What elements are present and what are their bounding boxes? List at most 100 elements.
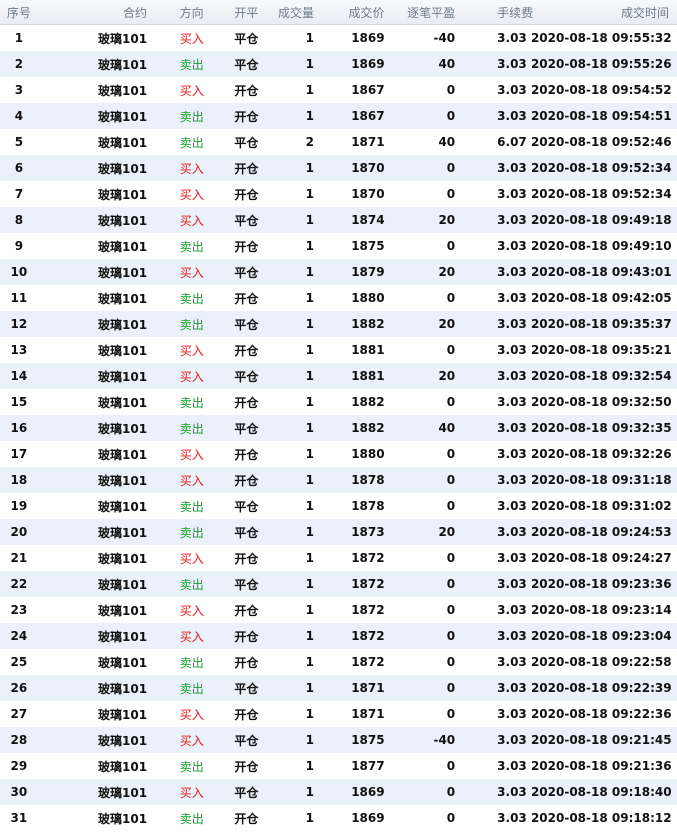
- table-row[interactable]: 11 玻璃101 卖出 开仓 1 1880 0 3.03 2020-08-18 09:42:0…: [0, 285, 677, 311]
- row-contract: 玻璃101: [98, 577, 148, 592]
- row-fee-time: 3.03 2020-08-18 09:31:02: [457, 499, 677, 513]
- row-price: 1871: [351, 135, 385, 149]
- row-fee-time: 3.03 2020-08-18 09:22:58: [457, 655, 677, 669]
- header-pnl[interactable]: 逐笔平盈: [387, 4, 458, 21]
- table-row[interactable]: 31 玻璃101 卖出 开仓 1 1869 0 3.03 2020-08-18 09:18:1…: [0, 805, 677, 831]
- table-row[interactable]: 22 玻璃101 卖出 平仓 1 1872 0 3.03 2020-08-18 09:23:3…: [0, 571, 677, 597]
- row-price: 1872: [351, 551, 385, 565]
- row-fee-time: 3.03 2020-08-18 09:49:10: [457, 239, 677, 253]
- header-fee[interactable]: 手续费: [497, 4, 533, 21]
- header-direction[interactable]: 方向: [149, 4, 206, 21]
- table-row[interactable]: 29 玻璃101 卖出 开仓 1 1877 0 3.03 2020-08-18 09:21:3…: [0, 753, 677, 779]
- table-row[interactable]: 17 玻璃101 买入 开仓 1 1880 0 3.03 2020-08-18 09:32:2…: [0, 441, 677, 467]
- row-pnl: 0: [446, 655, 456, 669]
- row-volume: 1: [305, 499, 315, 513]
- table-row[interactable]: 3 玻璃101 买入 开仓 1 1867 0 3.03 2020-08-18 09:54:52: [0, 77, 677, 103]
- row-price: 1872: [351, 655, 385, 669]
- row-pnl: 0: [446, 83, 456, 97]
- row-contract: 玻璃101: [98, 811, 148, 826]
- table-row[interactable]: 18 玻璃101 买入 开仓 1 1878 0 3.03 2020-08-18 09:31:1…: [0, 467, 677, 493]
- table-row[interactable]: 25 玻璃101 卖出 开仓 1 1872 0 3.03 2020-08-18 09:22:5…: [0, 649, 677, 675]
- row-price: 1875: [351, 239, 385, 253]
- row-fee: 3.03: [497, 447, 527, 461]
- row-fee-time: 3.03 2020-08-18 09:21:36: [457, 759, 677, 773]
- row-open-close: 平仓: [234, 265, 259, 280]
- table-row[interactable]: 15 玻璃101 卖出 开仓 1 1882 0 3.03 2020-08-18 09:32:5…: [0, 389, 677, 415]
- table-row[interactable]: 30 玻璃101 买入 平仓 1 1869 0 3.03 2020-08-18 09:18:4…: [0, 779, 677, 805]
- table-row[interactable]: 13 玻璃101 买入 开仓 1 1881 0 3.03 2020-08-18 09:35:2…: [0, 337, 677, 363]
- row-seq: 27: [10, 707, 28, 721]
- row-direction: 买入: [179, 213, 204, 228]
- table-row[interactable]: 16 玻璃101 卖出 平仓 1 1882 40 3.03 2020-08-18 09:32:…: [0, 415, 677, 441]
- row-fee: 3.03: [497, 473, 527, 487]
- table-row[interactable]: 19 玻璃101 卖出 平仓 1 1878 0 3.03 2020-08-18 09:31:0…: [0, 493, 677, 519]
- table-row[interactable]: 26 玻璃101 卖出 平仓 1 1871 0 3.03 2020-08-18 09:22:3…: [0, 675, 677, 701]
- header-fee-time: 手续费 成交时间: [457, 4, 677, 21]
- row-time: 2020-08-18 09:32:26: [530, 447, 672, 461]
- table-row[interactable]: 1 玻璃101 买入 平仓 1 1869 -40 3.03 2020-08-18 09:55:…: [0, 25, 677, 51]
- row-fee-time: 3.03 2020-08-18 09:23:14: [457, 603, 677, 617]
- table-row[interactable]: 28 玻璃101 买入 平仓 1 1875 -40 3.03 2020-08-18 09:21…: [0, 727, 677, 753]
- row-fee: 3.03: [497, 83, 527, 97]
- row-contract: 玻璃101: [98, 707, 148, 722]
- row-seq: 26: [10, 681, 28, 695]
- row-fee-time: 3.03 2020-08-18 09:32:35: [457, 421, 677, 435]
- row-fee-time: 6.07 2020-08-18 09:52:46: [457, 135, 677, 149]
- table-row[interactable]: 27 玻璃101 买入 开仓 1 1871 0 3.03 2020-08-18 09:22:3…: [0, 701, 677, 727]
- row-seq: 4: [14, 109, 24, 123]
- header-price[interactable]: 成交价: [316, 4, 387, 21]
- row-open-close: 开仓: [234, 109, 259, 124]
- row-seq: 6: [14, 161, 24, 175]
- header-volume[interactable]: 成交量: [260, 4, 316, 21]
- row-time: 2020-08-18 09:24:27: [530, 551, 672, 565]
- row-fee: 3.03: [497, 239, 527, 253]
- table-row[interactable]: 23 玻璃101 买入 开仓 1 1872 0 3.03 2020-08-18 09:23:1…: [0, 597, 677, 623]
- header-open-close[interactable]: 开平: [206, 4, 261, 21]
- row-fee-time: 3.03 2020-08-18 09:42:05: [457, 291, 677, 305]
- row-time: 2020-08-18 09:32:50: [530, 395, 672, 409]
- table-header: 序号 合约 方向 开平 成交量 成交价 逐笔平盈 手续费 成交时间: [0, 0, 677, 25]
- row-open-close: 开仓: [234, 473, 259, 488]
- table-row[interactable]: 20 玻璃101 卖出 平仓 1 1873 20 3.03 2020-08-18 09:24:…: [0, 519, 677, 545]
- table-row[interactable]: 2 玻璃101 卖出 平仓 1 1869 40 3.03 2020-08-18 09:55:2…: [0, 51, 677, 77]
- row-pnl: 0: [446, 759, 456, 773]
- row-price: 1869: [351, 31, 385, 45]
- table-row[interactable]: 5 玻璃101 卖出 平仓 2 1871 40 6.07 2020-08-18 09:52:4…: [0, 129, 677, 155]
- row-pnl: 0: [446, 551, 456, 565]
- table-row[interactable]: 12 玻璃101 卖出 平仓 1 1882 20 3.03 2020-08-18 09:35:…: [0, 311, 677, 337]
- table-row[interactable]: 4 玻璃101 卖出 开仓 1 1867 0 3.03 2020-08-18 09:54:51: [0, 103, 677, 129]
- row-pnl: 20: [438, 317, 456, 331]
- row-open-close: 平仓: [234, 577, 259, 592]
- row-fee: 3.03: [497, 629, 527, 643]
- row-open-close: 平仓: [234, 57, 259, 72]
- row-direction: 买入: [179, 707, 204, 722]
- row-time: 2020-08-18 09:54:51: [530, 109, 672, 123]
- row-fee: 3.03: [497, 213, 527, 227]
- header-seq[interactable]: 序号: [0, 4, 38, 21]
- row-volume: 1: [305, 551, 315, 565]
- table-row[interactable]: 6 玻璃101 买入 开仓 1 1870 0 3.03 2020-08-18 09:52:34: [0, 155, 677, 181]
- row-open-close: 开仓: [234, 187, 259, 202]
- table-row[interactable]: 10 玻璃101 买入 平仓 1 1879 20 3.03 2020-08-18 09:43:…: [0, 259, 677, 285]
- table-row[interactable]: 14 玻璃101 买入 平仓 1 1881 20 3.03 2020-08-18 09:32:…: [0, 363, 677, 389]
- row-time: 2020-08-18 09:18:40: [530, 785, 672, 799]
- row-open-close: 开仓: [234, 655, 259, 670]
- row-time: 2020-08-18 09:54:52: [530, 83, 672, 97]
- table-row[interactable]: 24 玻璃101 买入 开仓 1 1872 0 3.03 2020-08-18 09:23:0…: [0, 623, 677, 649]
- table-row[interactable]: 8 玻璃101 买入 平仓 1 1874 20 3.03 2020-08-18 09:49:1…: [0, 207, 677, 233]
- row-time: 2020-08-18 09:22:58: [530, 655, 672, 669]
- row-open-close: 平仓: [234, 31, 259, 46]
- row-direction: 买入: [179, 31, 204, 46]
- row-contract: 玻璃101: [98, 343, 148, 358]
- header-time[interactable]: 成交时间: [621, 4, 669, 21]
- table-row[interactable]: 9 玻璃101 卖出 开仓 1 1875 0 3.03 2020-08-18 09:49:10: [0, 233, 677, 259]
- table-row[interactable]: 7 玻璃101 买入 开仓 1 1870 0 3.03 2020-08-18 09:52:34: [0, 181, 677, 207]
- row-contract: 玻璃101: [98, 213, 148, 228]
- row-fee-time: 3.03 2020-08-18 09:32:26: [457, 447, 677, 461]
- row-seq: 13: [10, 343, 28, 357]
- row-pnl: 0: [446, 785, 456, 799]
- row-open-close: 开仓: [234, 759, 259, 774]
- table-row[interactable]: 21 玻璃101 买入 开仓 1 1872 0 3.03 2020-08-18 09:24:2…: [0, 545, 677, 571]
- row-time: 2020-08-18 09:32:54: [530, 369, 672, 383]
- header-contract[interactable]: 合约: [38, 4, 149, 21]
